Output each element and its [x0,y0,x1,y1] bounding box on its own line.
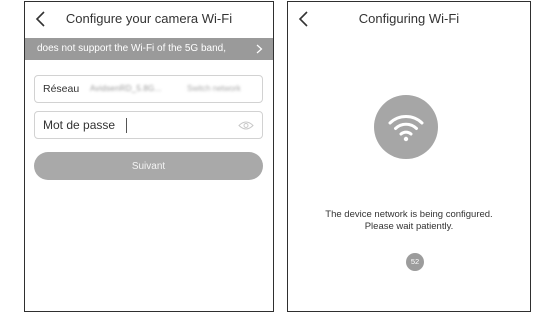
chevron-right-icon [256,44,263,54]
network-field: Réseau AvidsenRD_5.8G... Switch network [34,75,263,103]
header: Configuring Wi-Fi [288,2,530,38]
eye-icon[interactable] [238,120,254,131]
wifi-status-circle [374,95,438,159]
countdown-badge: 52 [406,253,424,271]
banner-text: does not support the Wi-Fi of the 5G ban… [37,43,226,54]
configure-wifi-screen: Configure your camera Wi-Fi does not sup… [24,1,274,312]
status-message-line1: The device network is being configured. [325,209,493,220]
wifi-icon [388,115,424,142]
next-button[interactable]: Suivant [34,152,263,180]
header: Configure your camera Wi-Fi [25,2,273,38]
switch-network-link[interactable]: Switch network [187,84,241,93]
password-field[interactable]: Mot de passe [34,111,263,139]
password-label: Mot de passe [43,118,116,132]
status-message: The device network is being configured. … [288,209,530,233]
text-cursor [126,118,127,133]
status-message-line2: Please wait patiently. [364,221,454,232]
network-label: Réseau [43,83,80,95]
configuring-wifi-screen: Configuring Wi-Fi The device network is … [287,1,531,312]
network-ssid: AvidsenRD_5.8G... [90,84,162,93]
page-title: Configuring Wi-Fi [358,11,460,26]
page-title: Configure your camera Wi-Fi [65,11,233,26]
5g-warning-banner[interactable]: does not support the Wi-Fi of the 5G ban… [25,38,273,60]
